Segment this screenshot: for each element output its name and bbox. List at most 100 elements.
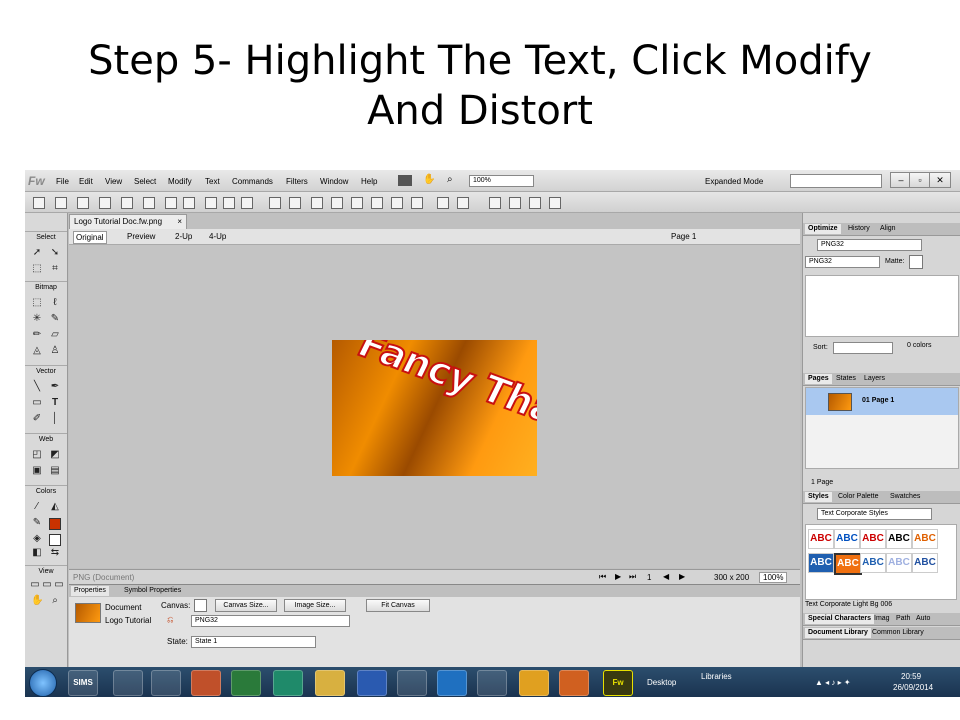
magic-wand-icon[interactable]: ✳	[31, 313, 43, 325]
system-tray-icons[interactable]: ▲ ◂ ♪ ▸ ✦	[815, 678, 851, 687]
text-tool-icon[interactable]: T	[49, 397, 61, 409]
tab-layers[interactable]: Layers	[861, 374, 888, 384]
menu-commands[interactable]: Commands	[232, 177, 273, 186]
optimize-preset-select[interactable]: PNG32	[817, 239, 922, 251]
taskbar-app-icon[interactable]	[397, 670, 427, 696]
tab-states[interactable]: States	[833, 374, 859, 384]
style-cell[interactable]: ABC	[808, 553, 834, 573]
taskbar-fireworks-icon[interactable]: Fw	[603, 670, 633, 696]
fill-swatch[interactable]	[49, 534, 61, 546]
punch-icon[interactable]	[331, 197, 343, 209]
print-icon[interactable]	[143, 197, 155, 209]
pen-icon[interactable]: ✒	[49, 381, 61, 393]
zoom-select[interactable]: 100%	[469, 175, 534, 187]
tab-swatches[interactable]: Swatches	[887, 492, 923, 502]
rubber-stamp-icon[interactable]: ♙	[49, 345, 61, 357]
menu-file[interactable]: File	[56, 177, 69, 186]
taskbar-publisher-icon[interactable]	[273, 670, 303, 696]
menu-window[interactable]: Window	[320, 177, 348, 186]
tab-align[interactable]: Align	[877, 224, 899, 234]
canvas-size-button[interactable]: Canvas Size...	[215, 599, 277, 612]
lasso-icon[interactable]: ℓ	[49, 297, 61, 309]
brush-icon[interactable]: ✎	[49, 313, 61, 325]
scale-icon[interactable]: ⬚	[31, 263, 43, 275]
menu-view[interactable]: View	[105, 177, 122, 186]
blur-icon[interactable]: ◬	[31, 345, 43, 357]
style-cell[interactable]: ABC	[860, 529, 886, 549]
knife-icon[interactable]: │	[49, 413, 61, 425]
taskbar-ie-icon[interactable]	[437, 670, 467, 696]
prev-frame-icon[interactable]: ◀	[663, 572, 669, 581]
standard-screen-icon[interactable]: ▭	[29, 579, 41, 591]
swap-colors-icon[interactable]: ⇆	[49, 547, 61, 559]
menu-select[interactable]: Select	[134, 177, 156, 186]
start-button[interactable]	[29, 669, 57, 697]
freeform-icon[interactable]: ✐	[31, 413, 43, 425]
eyedropper-icon[interactable]: ⁄	[31, 501, 43, 513]
effects-icon[interactable]	[437, 197, 449, 209]
tab-color-palette[interactable]: Color Palette	[835, 492, 881, 502]
clock-time[interactable]: 20:59	[901, 672, 921, 681]
fullscreen-icon[interactable]: ▭	[53, 579, 65, 591]
crop-shape-icon[interactable]	[391, 197, 403, 209]
combine-icon[interactable]	[311, 197, 323, 209]
taskbar-app-icon[interactable]	[113, 670, 143, 696]
style-cell[interactable]: ABC	[808, 529, 834, 549]
ungroup-icon[interactable]	[289, 197, 301, 209]
menu-edit[interactable]: Edit	[79, 177, 93, 186]
tab-original[interactable]: Original	[73, 231, 107, 244]
copy-icon[interactable]	[223, 197, 235, 209]
crop-icon[interactable]: ⌗	[49, 263, 61, 275]
subselect-icon[interactable]: ➘	[49, 247, 61, 259]
zoom-icon[interactable]: ⌕	[447, 174, 453, 185]
style-cell[interactable]: ABC	[834, 529, 860, 549]
menu-help[interactable]: Help	[361, 177, 377, 186]
import-icon[interactable]	[99, 197, 111, 209]
style-cell[interactable]: ABC	[912, 529, 938, 549]
align-icon[interactable]	[457, 197, 469, 209]
libraries-label[interactable]: Libraries	[701, 672, 732, 681]
desktop-label[interactable]: Desktop	[647, 678, 676, 687]
taskbar-app-icon[interactable]	[477, 670, 507, 696]
menu-filters[interactable]: Filters	[286, 177, 308, 186]
tab-properties[interactable]: Properties	[71, 586, 109, 596]
tab-auto[interactable]: Auto	[913, 614, 933, 624]
zoom-tool-icon[interactable]: ⌕	[49, 595, 61, 607]
tab-path[interactable]: Path	[893, 614, 913, 624]
fit-canvas-button[interactable]: Fit Canvas	[366, 599, 430, 612]
play-icon[interactable]: ▶	[615, 572, 621, 581]
taskbar-explorer-icon[interactable]	[315, 670, 345, 696]
workspace-mode[interactable]: Expanded Mode	[705, 177, 763, 186]
taskbar-powerpoint-icon[interactable]	[191, 670, 221, 696]
taskbar-app-sims[interactable]: SIMS	[68, 670, 98, 696]
status-zoom[interactable]: 100%	[759, 572, 788, 583]
tab-common-library[interactable]: Common Library	[869, 628, 927, 638]
open-icon[interactable]	[77, 197, 89, 209]
taskbar-word-icon[interactable]	[357, 670, 387, 696]
hand-tool-icon[interactable]: ✋	[31, 595, 43, 607]
next-frame-icon[interactable]: ▶	[679, 572, 685, 581]
taskbar-media-icon[interactable]	[559, 670, 589, 696]
style-library-select[interactable]: Text Corporate Styles	[817, 508, 932, 520]
rotate-icon[interactable]	[489, 197, 501, 209]
clock-date[interactable]: 26/09/2014	[893, 683, 933, 692]
image-size-button[interactable]: Image Size...	[284, 599, 346, 612]
export-icon[interactable]	[121, 197, 133, 209]
document-tab[interactable]: Logo Tutorial Doc.fw.png ×	[69, 214, 187, 229]
tab-styles[interactable]: Styles	[805, 492, 832, 502]
stroke-swatch[interactable]	[49, 518, 61, 530]
slice-icon[interactable]: ◩	[49, 449, 61, 461]
show-slices-icon[interactable]: ▤	[49, 465, 61, 477]
page-selector[interactable]: Page 1	[669, 231, 698, 242]
style-cell-selected[interactable]: ABC	[834, 553, 862, 575]
union-icon[interactable]	[371, 197, 383, 209]
style-cell[interactable]: ABC	[860, 553, 886, 573]
paste-icon[interactable]	[241, 197, 253, 209]
hand-icon[interactable]: ✋	[423, 174, 435, 185]
redo-icon[interactable]	[183, 197, 195, 209]
tab-4-up[interactable]: 4-Up	[207, 231, 228, 242]
pointer-icon[interactable]: ➚	[31, 247, 43, 259]
intersect-icon[interactable]	[351, 197, 363, 209]
fullscreen-menus-icon[interactable]: ▭	[41, 579, 53, 591]
menu-text[interactable]: Text	[205, 177, 220, 186]
